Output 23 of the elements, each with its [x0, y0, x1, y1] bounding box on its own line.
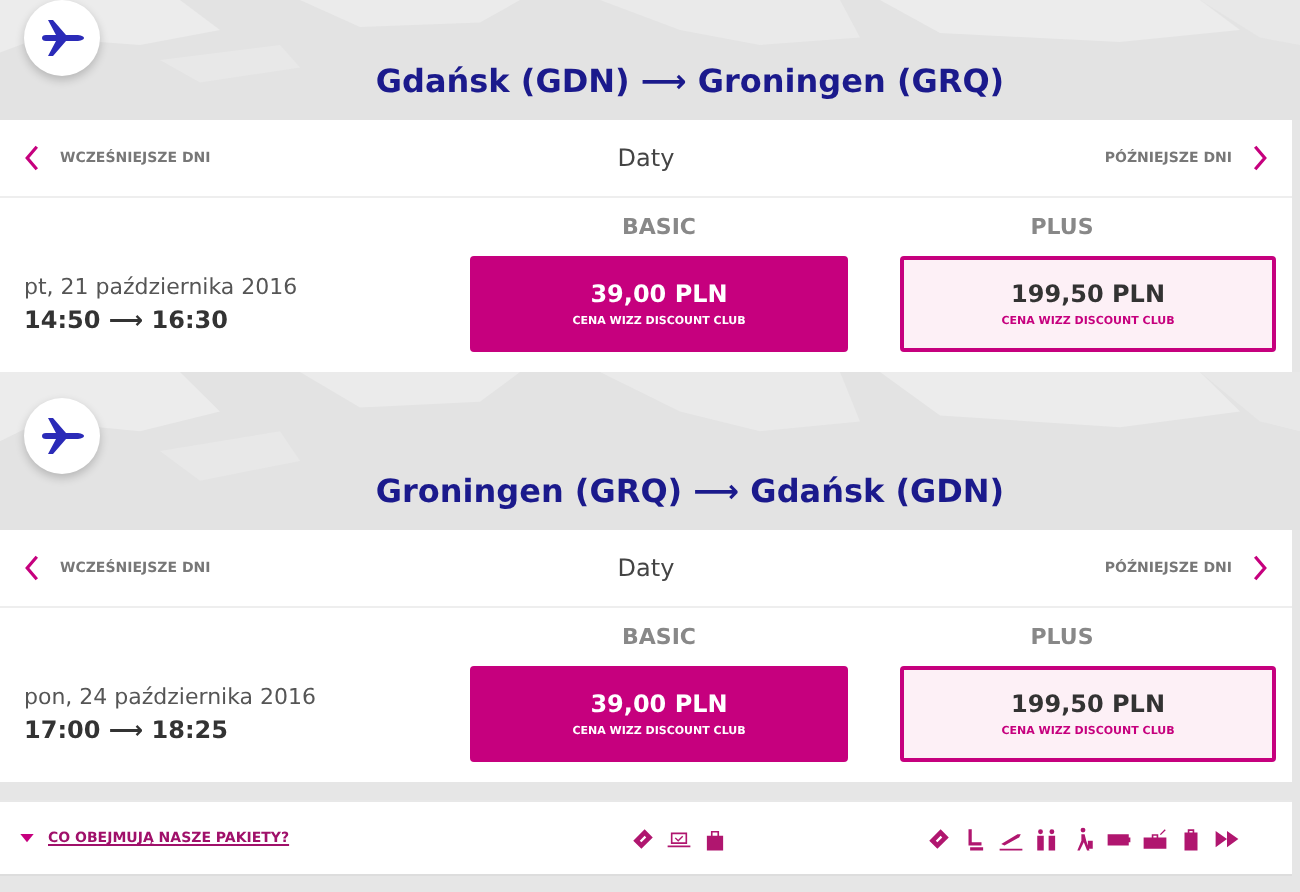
fare-column-header: PLUS	[1028, 214, 1096, 240]
fare-column-header: BASIC	[620, 214, 698, 240]
fare-column-header: PLUS	[1028, 624, 1096, 650]
flight-times: 14:50 ⟶ 16:30	[24, 306, 230, 334]
bag-icon	[702, 825, 728, 851]
flight-times: 17:00 ⟶ 18:25	[24, 716, 230, 744]
people-icon	[1033, 825, 1059, 851]
chevron-left-icon[interactable]	[24, 554, 40, 582]
ticket-icon	[630, 825, 656, 851]
flight-date: pt, 21 października 2016	[24, 274, 300, 300]
fast-forward-icon	[1213, 825, 1239, 851]
chevron-right-icon[interactable]	[1252, 144, 1268, 172]
fare-column-header: BASIC	[620, 624, 698, 650]
flight-date: pon, 24 października 2016	[24, 684, 319, 710]
caret-down-icon[interactable]	[20, 833, 34, 843]
chevron-left-icon[interactable]	[24, 144, 40, 172]
briefcase-icon	[1141, 825, 1167, 851]
dates-label: Daty	[617, 554, 675, 582]
route-title: Groningen (GRQ) ⟶ Gdańsk (GDN)	[375, 472, 1005, 514]
dates-label: Daty	[617, 144, 675, 172]
route-title: Gdańsk (GDN) ⟶ Groningen (GRQ)	[375, 62, 1005, 104]
chevron-right-icon[interactable]	[1252, 554, 1268, 582]
ticket-icon	[925, 825, 951, 851]
